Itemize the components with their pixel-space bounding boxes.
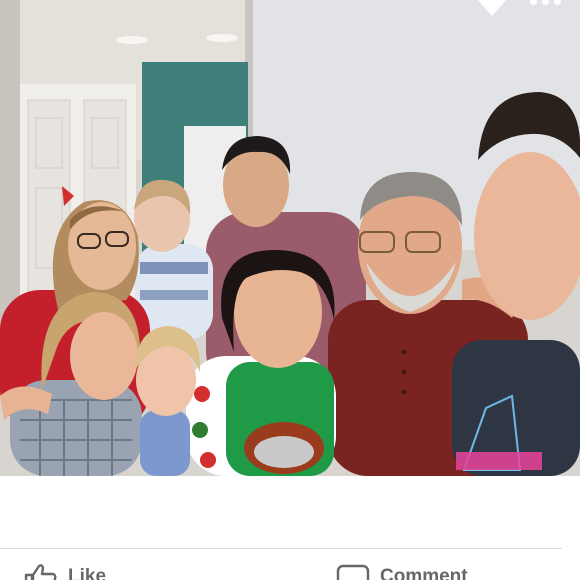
like-button[interactable]: Like	[24, 564, 106, 580]
thumbs-up-icon	[24, 564, 57, 580]
post-spacer	[0, 476, 580, 548]
post-photo[interactable]	[0, 0, 580, 476]
post-actions: Like Comment	[0, 549, 580, 580]
more-options-icon[interactable]	[530, 0, 572, 6]
comment-label: Comment	[380, 566, 468, 580]
facebook-post: Like Comment	[0, 0, 580, 580]
chevron-down-icon[interactable]	[474, 0, 510, 18]
family-selfie-image	[0, 0, 580, 476]
like-label: Like	[68, 566, 107, 580]
comment-button[interactable]: Comment	[336, 564, 468, 580]
comment-icon	[336, 564, 370, 580]
